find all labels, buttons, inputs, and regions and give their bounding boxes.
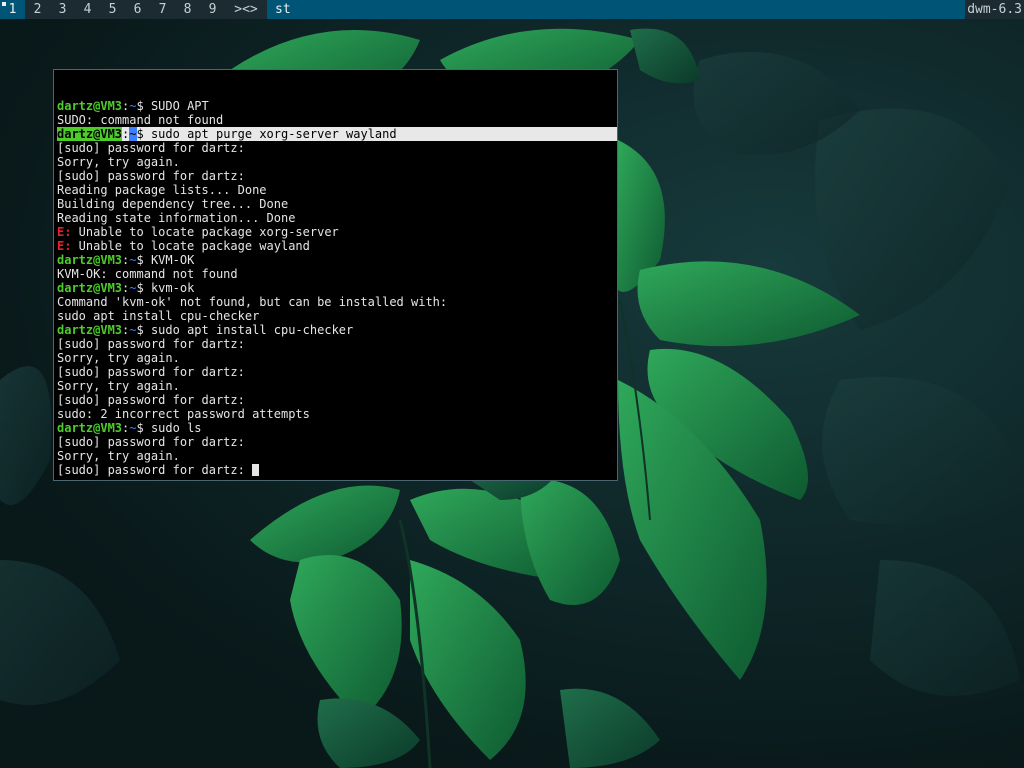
output-line: [sudo] password for dartz: — [57, 435, 617, 449]
terminal-cursor — [252, 464, 260, 476]
layout-symbol[interactable]: ><> — [225, 0, 267, 19]
error-line: E: Unable to locate package wayland — [57, 239, 617, 253]
prompt-path: ~ — [129, 421, 137, 435]
output-line: sudo apt install cpu-checker — [57, 309, 617, 323]
output-text: KVM-OK: command not found — [57, 267, 238, 281]
command-text: kvm-ok — [150, 281, 195, 295]
prompt-user: dartz@VM3 — [57, 99, 123, 113]
output-text: Reading state information... Done — [57, 211, 296, 225]
status-text: dwm-6.3 — [965, 0, 1024, 19]
prompt-path: ~ — [129, 253, 137, 267]
command-text: sudo apt install cpu-checker — [150, 323, 354, 337]
prompt-path: ~ — [129, 281, 137, 295]
output-line: SUDO: command not found — [57, 113, 617, 127]
output-text: SUDO: command not found — [57, 113, 224, 127]
tag-4[interactable]: 4 — [75, 0, 100, 19]
prompt-line: dartz@VM3:~$ KVM-OK — [57, 253, 195, 267]
error-prefix: E: — [57, 225, 72, 239]
terminal-window[interactable]: dartz@VM3:~$ SUDO APT SUDO: command not f… — [53, 69, 618, 481]
prompt-path: ~ — [129, 323, 137, 337]
output-text: sudo apt install cpu-checker — [57, 309, 260, 323]
error-prefix: E: — [57, 239, 72, 253]
output-line: [sudo] password for dartz: — [57, 169, 617, 183]
status-bar: 123456789 ><> st dwm-6.3 — [0, 0, 1024, 19]
prompt-path: ~ — [129, 127, 137, 141]
prompt-user: dartz@VM3 — [57, 253, 123, 267]
output-line: KVM-OK: command not found — [57, 267, 617, 281]
command-text: KVM-OK — [150, 253, 195, 267]
prompt-user: dartz@VM3 — [57, 421, 123, 435]
command-text: SUDO APT — [150, 99, 209, 113]
output-text: Building dependency tree... Done — [57, 197, 289, 211]
error-text: Unable to locate package wayland — [71, 239, 310, 253]
output-line: Sorry, try again. — [57, 155, 617, 169]
output-line: Reading state information... Done — [57, 211, 617, 225]
tag-5[interactable]: 5 — [100, 0, 125, 19]
output-text: [sudo] password for dartz: — [57, 393, 245, 407]
output-line: [sudo] password for dartz: — [57, 337, 617, 351]
terminal-output: dartz@VM3:~$ SUDO APT SUDO: command not f… — [57, 99, 617, 477]
output-line: Building dependency tree... Done — [57, 197, 617, 211]
prompt-user: dartz@VM3 — [57, 281, 123, 295]
output-text: sudo: 2 incorrect password attempts — [57, 407, 310, 421]
output-text: [sudo] password for dartz: — [57, 365, 245, 379]
tag-7[interactable]: 7 — [150, 0, 175, 19]
tag-9[interactable]: 9 — [200, 0, 225, 19]
prompt-user: dartz@VM3 — [57, 323, 123, 337]
output-line: [sudo] password for dartz: — [57, 365, 617, 379]
tag-2[interactable]: 2 — [25, 0, 50, 19]
error-line: E: Unable to locate package xorg-server — [57, 225, 617, 239]
output-text: Sorry, try again. — [57, 449, 180, 463]
prompt-path: ~ — [129, 99, 137, 113]
tag-1[interactable]: 1 — [0, 0, 25, 19]
output-line: [sudo] password for dartz: — [57, 393, 617, 407]
error-text: Unable to locate package xorg-server — [71, 225, 339, 239]
tag-6[interactable]: 6 — [125, 0, 150, 19]
command-text: sudo apt purge xorg-server wayland — [150, 127, 397, 141]
output-text: Sorry, try again. — [57, 155, 180, 169]
output-text: Sorry, try again. — [57, 351, 180, 365]
output-line: Sorry, try again. — [57, 351, 617, 365]
output-text: Reading package lists... Done — [57, 183, 267, 197]
output-text: Command 'kvm-ok' not found, but can be i… — [57, 295, 448, 309]
output-text: [sudo] password for dartz: — [57, 169, 245, 183]
output-line: Sorry, try again. — [57, 379, 617, 393]
command-text: sudo ls — [150, 421, 202, 435]
output-text: [sudo] password for dartz: — [57, 463, 253, 477]
prompt-user: dartz@VM3 — [57, 127, 123, 141]
prompt-line: dartz@VM3:~$ sudo ls — [57, 421, 202, 435]
prompt-line: dartz@VM3:~$ kvm-ok — [57, 281, 195, 295]
output-text: [sudo] password for dartz: — [57, 337, 245, 351]
output-line: [sudo] password for dartz: — [57, 141, 617, 155]
window-title: st — [267, 0, 966, 19]
tag-8[interactable]: 8 — [175, 0, 200, 19]
output-text: [sudo] password for dartz: — [57, 435, 245, 449]
output-line: Sorry, try again. — [57, 449, 617, 463]
output-line: [sudo] password for dartz: — [57, 463, 617, 477]
output-text: [sudo] password for dartz: — [57, 141, 245, 155]
tag-list: 123456789 — [0, 0, 225, 19]
prompt-line: dartz@VM3:~$ sudo apt install cpu-checke… — [57, 323, 354, 337]
tag-3[interactable]: 3 — [50, 0, 75, 19]
output-line: Reading package lists... Done — [57, 183, 617, 197]
prompt-line: dartz@VM3:~$ SUDO APT — [57, 99, 209, 113]
prompt-line: dartz@VM3:~$ sudo apt purge xorg-server … — [57, 127, 617, 141]
output-text: Sorry, try again. — [57, 379, 180, 393]
output-line: Command 'kvm-ok' not found, but can be i… — [57, 295, 617, 309]
output-line: sudo: 2 incorrect password attempts — [57, 407, 617, 421]
